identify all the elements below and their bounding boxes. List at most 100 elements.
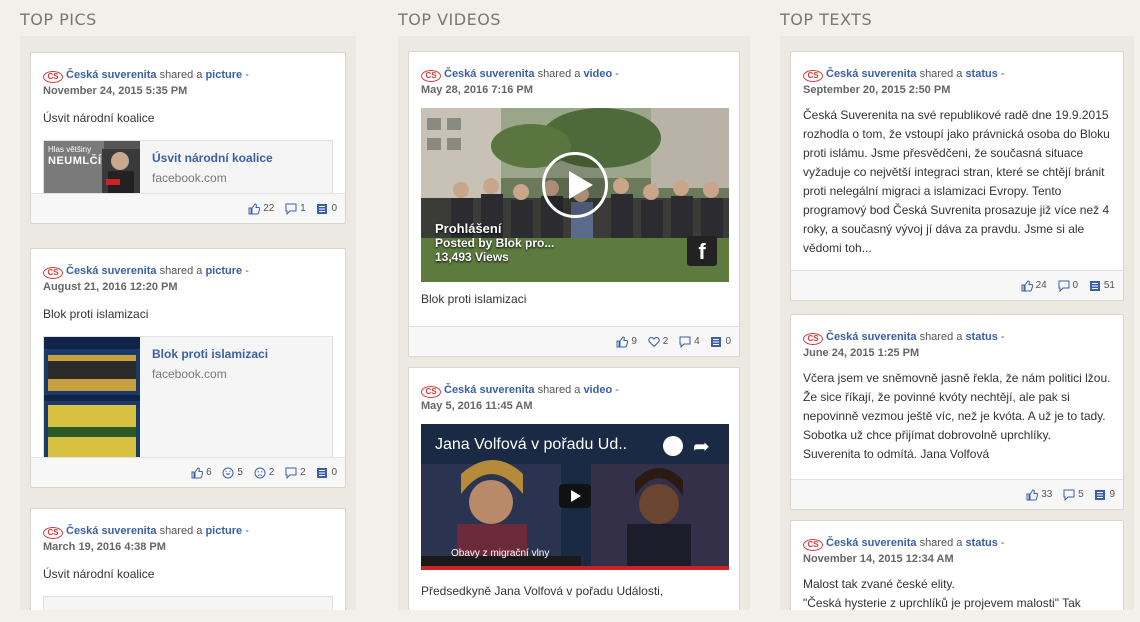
post-card[interactable]: CS Česká suverenita shared a video - May …	[408, 367, 740, 610]
share-icon	[1089, 281, 1100, 291]
thumbs-up-icon	[191, 467, 204, 479]
video-title: Jana Volfová v pořadu Ud..	[435, 436, 628, 453]
post-type-link[interactable]: status	[965, 331, 997, 343]
post-stats: 24 0 51	[791, 270, 1123, 300]
share-icon	[317, 468, 328, 478]
comments-stat: 1	[285, 194, 306, 224]
post-message-continued: "Česká hysterie z uprchlíků je projevem …	[803, 596, 1081, 610]
shares-stat: 0	[316, 194, 337, 224]
shares-stat: 0	[316, 458, 337, 488]
video-overlay: Prohlášení Posted by Blok pro... 13,493 …	[435, 221, 555, 265]
thumb-caption-small: Hlas většiny	[48, 145, 92, 154]
page-logo-icon: CS	[43, 71, 63, 83]
post-date: June 24, 2015 1:25 PM	[803, 347, 920, 359]
share-icon	[711, 337, 722, 347]
video-posted-by: Posted by Blok pro...	[435, 236, 555, 250]
page-logo-icon: CS	[43, 527, 63, 539]
sad-face-icon	[254, 467, 266, 479]
post-date: September 20, 2015 2:50 PM	[803, 84, 951, 96]
post-stats: 33 5 9	[791, 479, 1123, 509]
post-stats: 6 5 2 2 0	[31, 457, 345, 487]
comment-icon	[1058, 280, 1070, 292]
post-card[interactable]: CS Česká suverenita shared a video - May …	[408, 51, 740, 357]
post-type-link[interactable]: picture	[205, 265, 242, 277]
post-type-link[interactable]: status	[965, 68, 997, 80]
post-card[interactable]: CS Česká suverenita shared a picture - No…	[30, 52, 346, 224]
page-logo-icon: CS	[803, 539, 823, 551]
page-link[interactable]: Česká suverenita	[66, 69, 157, 81]
post-header: CS Česká suverenita shared a status -	[803, 66, 1111, 82]
comment-icon	[679, 336, 691, 348]
thumbs-up-icon	[1026, 489, 1039, 501]
post-type-link[interactable]: status	[965, 537, 997, 549]
post-header: CS Česká suverenita shared a picture -	[43, 67, 333, 83]
video-player[interactable]: Jana Volfová v pořadu Ud.. ➦ Obavy z mig…	[421, 424, 729, 570]
link-title[interactable]: Blok proti islamizaci	[152, 347, 268, 361]
facebook-icon: f	[687, 236, 717, 266]
video-views: 13,493 Views	[435, 250, 509, 264]
post-message: Malost tak zvané české elity.	[803, 577, 955, 591]
column-top-videos: TOP VIDEOS CS Česká suverenita shared a v…	[398, 0, 750, 610]
post-date: August 21, 2016 12:20 PM	[43, 281, 178, 293]
link-title[interactable]: Úsvit národní koalice	[152, 151, 273, 165]
clock-icon[interactable]	[663, 436, 683, 456]
post-card[interactable]: CS Česká suverenita shared a status - Jun…	[790, 314, 1124, 510]
column-top-pics: TOP PICS CS Česká suverenita shared a pic…	[20, 0, 356, 610]
page-link[interactable]: Česká suverenita	[826, 68, 917, 80]
post-type-link[interactable]: video	[583, 384, 612, 396]
video-banner: Obavy z migrační vlny	[451, 548, 550, 559]
post-type-link[interactable]: video	[583, 68, 612, 80]
post-header: CS Česká suverenita shared a picture -	[43, 263, 333, 279]
video-player[interactable]: Prohlášení Posted by Blok pro... 13,493 …	[421, 108, 729, 282]
likes-stat: 6	[191, 458, 212, 488]
column-top-texts: TOP TEXTS CS Česká suverenita shared a st…	[780, 0, 1134, 610]
post-date: May 28, 2016 7:16 PM	[421, 84, 533, 96]
post-header: CS Česká suverenita shared a status -	[803, 535, 1111, 551]
link-preview[interactable]: Blok proti islamizaci facebook.com	[43, 336, 333, 464]
post-type-link[interactable]: picture	[205, 525, 242, 537]
post-card[interactable]: CS Česká suverenita shared a picture - Au…	[30, 248, 346, 488]
comments-stat: 4	[679, 327, 700, 357]
loves-stat: 2	[648, 327, 668, 357]
post-message: Blok proti islamizaci	[421, 292, 527, 306]
post-date: November 24, 2015 5:35 PM	[43, 85, 188, 97]
sad-stat: 2	[254, 458, 274, 488]
comments-stat: 2	[285, 458, 306, 488]
play-button-icon[interactable]	[542, 152, 608, 218]
link-thumbnail	[44, 337, 140, 463]
post-card[interactable]: CS Česká suverenita shared a status - Nov…	[790, 520, 1124, 610]
page-link[interactable]: Česká suverenita	[826, 537, 917, 549]
post-message: Úsvit národní koalice	[43, 111, 155, 125]
post-stats: 9 2 4 0	[409, 326, 739, 356]
page-link[interactable]: Česká suverenita	[444, 68, 535, 80]
post-message: Předsedkyně Jana Volfová v pořadu Událos…	[421, 584, 664, 598]
play-button-icon[interactable]	[559, 484, 591, 508]
likes-stat: 9	[616, 327, 637, 357]
comments-stat: 5	[1063, 480, 1084, 510]
post-header: CS Česká suverenita shared a picture -	[43, 523, 333, 539]
comments-stat: 0	[1058, 271, 1078, 301]
page-link[interactable]: Česká suverenita	[826, 331, 917, 343]
link-domain: facebook.com	[152, 367, 227, 381]
comment-icon	[1063, 489, 1075, 501]
page-link[interactable]: Česká suverenita	[66, 265, 157, 277]
post-card[interactable]: CS Česká suverenita shared a picture - Ma…	[30, 508, 346, 610]
page-logo-icon: CS	[43, 267, 63, 279]
page-logo-icon: CS	[421, 386, 441, 398]
shares-stat: 9	[1094, 480, 1115, 510]
share-arrow-icon[interactable]: ➦	[693, 434, 710, 459]
post-card[interactable]: CS Česká suverenita shared a status - Sep…	[790, 51, 1124, 301]
likes-stat: 24	[1021, 271, 1047, 301]
post-type-link[interactable]: picture	[205, 69, 242, 81]
page-link[interactable]: Česká suverenita	[444, 384, 535, 396]
post-message: Česká Suverenita na své republikové radě…	[803, 108, 1110, 255]
link-preview[interactable]: Hlas většiny NEUMLČÍ Úsvit národní koali…	[43, 140, 333, 196]
column-title: TOP TEXTS	[780, 10, 873, 29]
column-title: TOP PICS	[20, 10, 97, 29]
thumbs-up-icon	[616, 336, 629, 348]
page-link[interactable]: Česká suverenita	[66, 525, 157, 537]
video-title: Prohlášení	[435, 221, 502, 236]
link-preview[interactable]	[43, 596, 333, 610]
likes-stat: 22	[248, 194, 274, 224]
page-logo-icon: CS	[803, 70, 823, 82]
